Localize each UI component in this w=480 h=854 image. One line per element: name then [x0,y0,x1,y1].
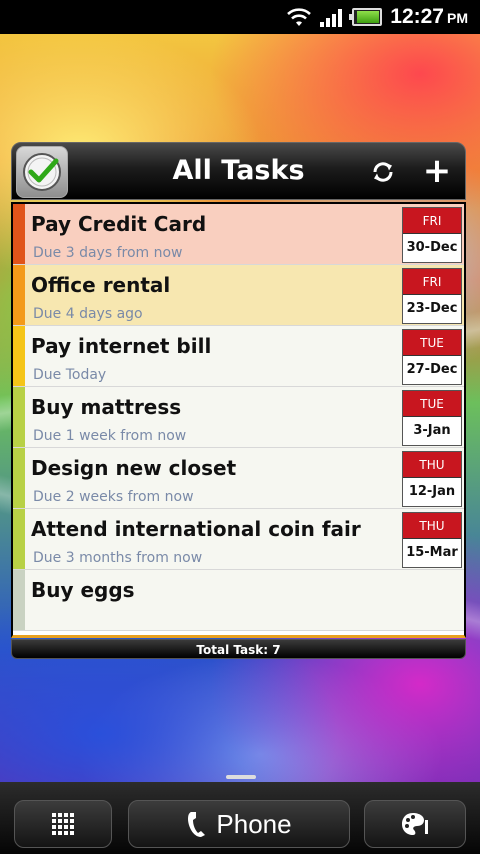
date-badge-date: 27-Dec [406,362,458,377]
task-title: Buy mattress [31,395,182,419]
clock-check-icon[interactable] [16,146,68,198]
status-clock: 12:27 PM [390,5,468,28]
widget-footer: Total Task: 7 [11,639,466,659]
date-badge: FRI 23-Dec [402,268,462,324]
priority-stripe [13,204,25,264]
task-row[interactable]: Design new closet Due 2 weeks from now THU… [13,448,464,509]
date-badge: TUE 27-Dec [402,329,462,385]
task-row[interactable]: Office rental Due 4 days ago FRI 23-Dec [13,265,464,326]
task-title: Design new closet [31,456,237,480]
date-badge: THU 12-Jan [402,451,462,507]
widget-header: All Tasks + [11,142,466,200]
status-bar: 12:27 PM [0,0,480,34]
wifi-icon [286,6,312,28]
date-badge-day: TUE [403,330,461,356]
date-badge-day: THU [403,513,461,539]
priority-stripe [13,265,25,325]
date-badge-date: 15-Mar [406,545,458,560]
task-row[interactable]: Pay internet bill Due Today TUE 27-Dec [13,326,464,387]
grid-icon [52,813,74,835]
date-badge: FRI 30-Dec [402,207,462,263]
phone-label: Phone [216,808,292,839]
date-badge-day: TUE [403,391,461,417]
phone-button[interactable]: Phone [128,800,350,848]
task-title: Pay internet bill [31,334,212,358]
date-badge: THU 15-Mar [402,512,462,568]
date-badge-day: THU [403,452,461,478]
priority-stripe [13,448,25,508]
add-task-button[interactable]: + [422,154,452,188]
task-due-text: Due 3 months from now [33,550,203,566]
task-due-text: Due 2 weeks from now [33,489,194,505]
refresh-icon [373,162,393,182]
plus-icon: + [422,151,452,191]
task-row[interactable]: Buy mattress Due 1 week from now TUE 3-Jan [13,387,464,448]
task-due-text: Due Today [33,367,107,383]
date-badge-date: 12-Jan [408,484,456,499]
priority-stripe [13,509,25,569]
task-title: Attend international coin fair [31,517,361,541]
dock-handle[interactable] [226,775,256,779]
date-badge-date: 3-Jan [413,423,451,438]
date-badge-day: FRI [403,269,461,295]
task-list: Pay Credit Card Due 3 days from now FRI 30-… [11,202,466,638]
refresh-button[interactable] [368,157,398,187]
battery-icon [349,8,383,26]
phone-handset-icon [188,812,206,837]
priority-stripe [13,387,25,447]
all-apps-button[interactable] [14,800,112,848]
task-due-text: Due 1 week from now [33,428,187,444]
priority-stripe [13,570,25,630]
date-badge-day: FRI [403,208,461,234]
task-row[interactable]: Attend international coin fair Due 3 mont… [13,509,464,570]
task-due-text: Due 3 days from now [33,245,183,261]
date-badge-date: 30-Dec [406,240,458,255]
signal-strength-icon [320,7,344,27]
widget-title: All Tasks [172,155,305,186]
task-row[interactable]: Pay Credit Card Due 3 days from now FRI 30-… [13,204,464,265]
task-title: Buy eggs [31,578,135,602]
task-row[interactable]: Buy eggs [13,570,464,631]
total-task-count: 7 [272,643,281,657]
paint-palette-icon [402,813,428,835]
date-badge: TUE 3-Jan [402,390,462,446]
task-title: Pay Credit Card [31,212,207,236]
bottom-dock: Phone [0,782,480,854]
date-badge-date: 23-Dec [406,301,458,316]
personalize-button[interactable] [364,800,466,848]
task-due-text: Due 4 days ago [33,306,143,322]
tasks-widget: All Tasks + Pay Credit Card Due 3 days fr… [11,142,466,660]
task-title: Office rental [31,273,171,297]
priority-stripe [13,326,25,386]
total-task-label: Total Task: [196,643,269,657]
